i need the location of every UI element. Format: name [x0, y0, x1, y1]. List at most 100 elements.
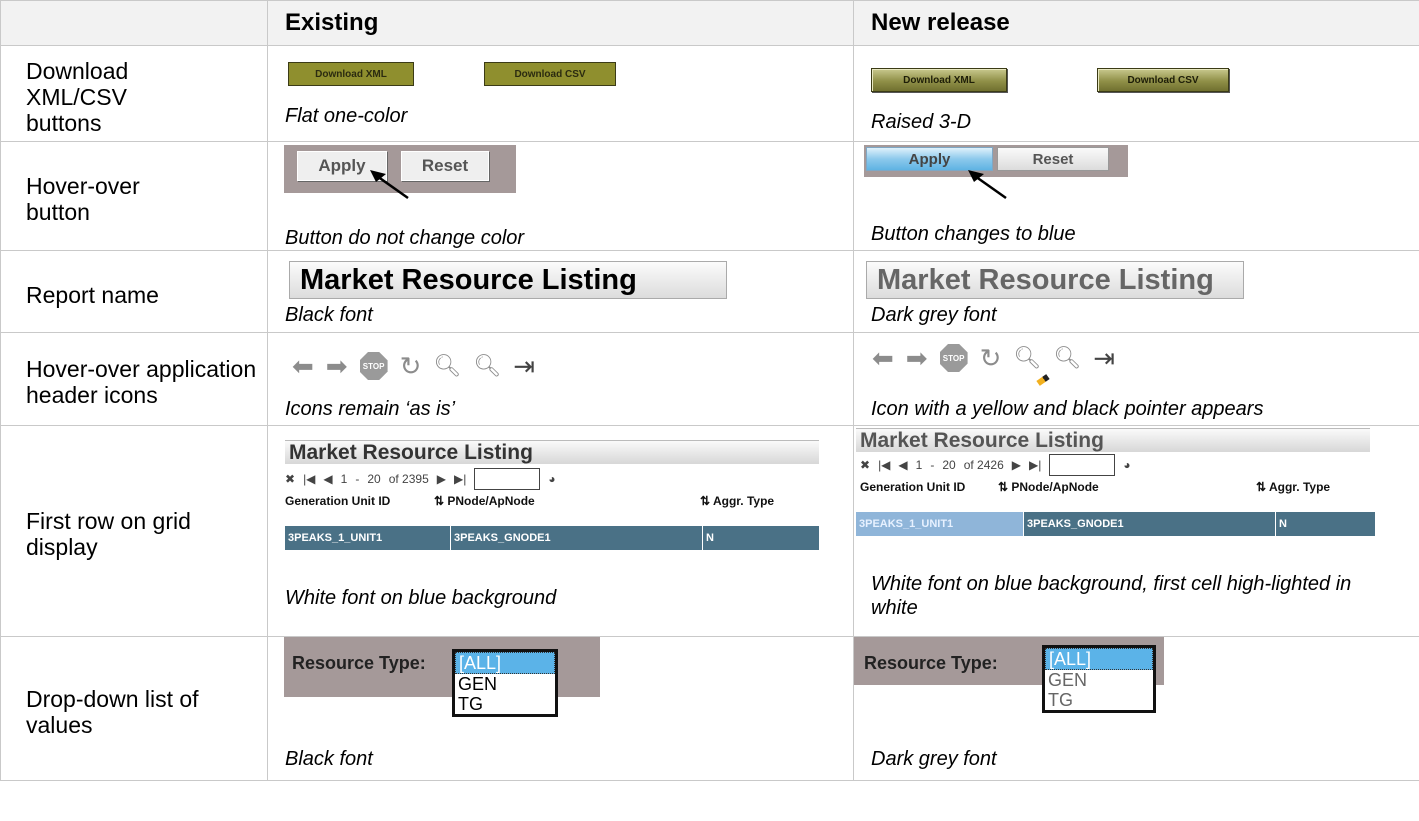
pointer-arrow-icon: [968, 170, 1007, 200]
pager-to: 20: [942, 458, 956, 472]
last-page-icon[interactable]: ▶|: [454, 472, 466, 486]
dropdown-option-gen[interactable]: GEN: [1045, 670, 1153, 690]
filter-icon[interactable]: ✖: [860, 458, 870, 472]
refresh-icon[interactable]: ↻: [980, 343, 1002, 373]
clock-icon[interactable]: ◕: [1123, 458, 1130, 472]
first-page-icon[interactable]: |◀: [878, 458, 890, 472]
cell-report-existing: Market Resource Listing Black font: [267, 250, 854, 333]
page-input[interactable]: [474, 468, 541, 490]
next-page-icon[interactable]: ▶: [1012, 458, 1021, 472]
col-header-pnode[interactable]: ⇅ PNode/ApNode: [434, 494, 535, 508]
pager-total: of 2395: [388, 472, 429, 486]
cell-grid-existing: Market Resource Listing ✖ |◀ ◀ 1 - 20 of…: [267, 425, 854, 637]
reset-button-existing[interactable]: Reset: [401, 151, 489, 181]
header-blank: [0, 0, 268, 46]
header-new-release: New release: [853, 0, 1419, 46]
grid-title-new: Market Resource Listing: [856, 428, 1370, 452]
label-hover-button: Hover-over button: [0, 141, 268, 251]
header-existing: Existing: [267, 0, 854, 46]
resource-type-label: Resource Type:: [864, 653, 998, 673]
col-header-aggr[interactable]: ⇅ Aggr. Type: [1256, 480, 1330, 494]
forward-arrow-icon[interactable]: ➡: [906, 343, 928, 373]
row-download-buttons: Download XML/CSV buttons Download XML Do…: [0, 45, 1419, 142]
dropdown-option-gen[interactable]: GEN: [455, 674, 555, 694]
grid-cell-unit[interactable]: 3PEAKS_1_UNIT1: [285, 526, 451, 550]
prev-page-icon[interactable]: ◀: [898, 458, 907, 472]
col-header-pnode[interactable]: ⇅ PNode/ApNode: [998, 480, 1099, 494]
grid-cell-pnode[interactable]: 3PEAKS_GNODE1: [451, 526, 703, 550]
col-header-unit[interactable]: Generation Unit ID: [285, 494, 390, 508]
caption-report-new: Dark grey font: [871, 304, 997, 326]
dropdown-option-all[interactable]: [ALL]: [455, 652, 555, 674]
grid-title-existing: Market Resource Listing: [285, 440, 819, 464]
stop-icon[interactable]: STOP: [939, 344, 968, 372]
caption-report-existing: Black font: [285, 304, 373, 326]
download-csv-button-flat[interactable]: Download CSV: [484, 62, 616, 86]
caption-dropdown-existing: Black font: [285, 748, 373, 770]
dropdown-option-tg[interactable]: TG: [455, 694, 555, 714]
refresh-icon[interactable]: ↻: [400, 351, 422, 381]
download-csv-button-3d[interactable]: Download CSV: [1097, 68, 1229, 92]
comparison-table: Existing New release Download XML/CSV bu…: [0, 0, 1419, 781]
zoom-in-icon[interactable]: 🔍︎: [473, 351, 501, 381]
cell-hover-existing: Apply Reset Button do not change color: [267, 141, 854, 251]
hover-pointer-icon: [1036, 374, 1050, 386]
row-grid-display: First row on grid display Market Resourc…: [0, 425, 1419, 637]
grid-cell-aggr[interactable]: N: [1276, 512, 1375, 536]
label-report-name: Report name: [0, 250, 268, 333]
cell-download-existing: Download XML Download CSV Flat one-color: [267, 45, 854, 142]
col-header-unit[interactable]: Generation Unit ID: [860, 480, 965, 494]
reset-button-new[interactable]: Reset: [997, 147, 1109, 171]
grid-cell-unit-highlighted[interactable]: 3PEAKS_1_UNIT1: [856, 512, 1024, 536]
pager-total: of 2426: [963, 458, 1004, 472]
next-page-icon[interactable]: ▶: [437, 472, 446, 486]
zoom-out-icon[interactable]: 🔍︎: [1013, 343, 1041, 373]
forward-arrow-icon[interactable]: ➡: [326, 351, 348, 381]
col-header-aggr[interactable]: ⇅ Aggr. Type: [700, 494, 774, 508]
grid-pager-existing: ✖ |◀ ◀ 1 - 20 of 2395 ▶ ▶| ◕: [285, 468, 556, 490]
pager-dash: -: [355, 472, 360, 486]
cell-download-new: Download XML Download CSV Raised 3-D: [853, 45, 1419, 142]
cell-report-new: Market Resource Listing Dark grey font: [853, 250, 1419, 333]
zoom-in-icon[interactable]: 🔍︎: [1053, 343, 1081, 373]
label-grid-display: First row on grid display: [0, 425, 268, 637]
label-dropdown: Drop-down list of values: [0, 636, 268, 781]
zoom-out-icon[interactable]: 🔍︎: [433, 351, 461, 381]
resource-type-dropdown-new[interactable]: [ALL] GEN TG: [1042, 645, 1156, 713]
dropdown-option-all[interactable]: [ALL]: [1045, 648, 1153, 670]
download-xml-button-flat[interactable]: Download XML: [288, 62, 414, 86]
row-report-name: Report name Market Resource Listing Blac…: [0, 250, 1419, 333]
download-xml-button-3d[interactable]: Download XML: [871, 68, 1007, 92]
report-title-existing: Market Resource Listing: [289, 261, 727, 299]
caption-icons-new: Icon with a yellow and black pointer app…: [871, 398, 1264, 420]
row-dropdown: Drop-down list of values Resource Type: …: [0, 636, 1419, 781]
label-header-icons: Hover-over application header icons: [0, 332, 268, 426]
cell-dropdown-existing: Resource Type: [ALL] GEN TG Black font: [267, 636, 854, 781]
report-title-new: Market Resource Listing: [866, 261, 1244, 299]
cell-grid-new: Market Resource Listing ✖ |◀ ◀ 1 - 20 of…: [853, 425, 1419, 637]
grid-first-row-new[interactable]: 3PEAKS_1_UNIT1 3PEAKS_GNODE1 N: [856, 512, 1375, 536]
pager-from: 1: [340, 472, 348, 486]
exit-icon[interactable]: ⇥: [1093, 343, 1115, 373]
caption-grid-existing: White font on blue background: [285, 587, 557, 609]
stop-icon[interactable]: STOP: [359, 352, 388, 380]
page-input[interactable]: [1049, 454, 1116, 476]
resource-type-dropdown-existing[interactable]: [ALL] GEN TG: [452, 649, 558, 717]
pager-to: 20: [367, 472, 381, 486]
grid-pager-new: ✖ |◀ ◀ 1 - 20 of 2426 ▶ ▶| ◕: [860, 454, 1131, 476]
grid-cell-aggr[interactable]: N: [703, 526, 819, 550]
back-arrow-icon[interactable]: ⬅: [872, 343, 894, 373]
exit-icon[interactable]: ⇥: [513, 351, 535, 381]
caption-download-new: Raised 3-D: [871, 111, 972, 133]
grid-cell-pnode[interactable]: 3PEAKS_GNODE1: [1024, 512, 1276, 536]
prev-page-icon[interactable]: ◀: [323, 472, 332, 486]
filter-icon[interactable]: ✖: [285, 472, 295, 486]
last-page-icon[interactable]: ▶|: [1029, 458, 1041, 472]
caption-hover-existing: Button do not change color: [285, 227, 525, 249]
first-page-icon[interactable]: |◀: [303, 472, 315, 486]
grid-first-row-existing[interactable]: 3PEAKS_1_UNIT1 3PEAKS_GNODE1 N: [285, 526, 819, 550]
clock-icon[interactable]: ◕: [548, 472, 555, 486]
icon-bar-new: ⬅ ➡ STOP ↻ 🔍︎ 🔍︎ ⇥: [872, 343, 1115, 373]
back-arrow-icon[interactable]: ⬅: [292, 351, 314, 381]
dropdown-option-tg[interactable]: TG: [1045, 690, 1153, 710]
